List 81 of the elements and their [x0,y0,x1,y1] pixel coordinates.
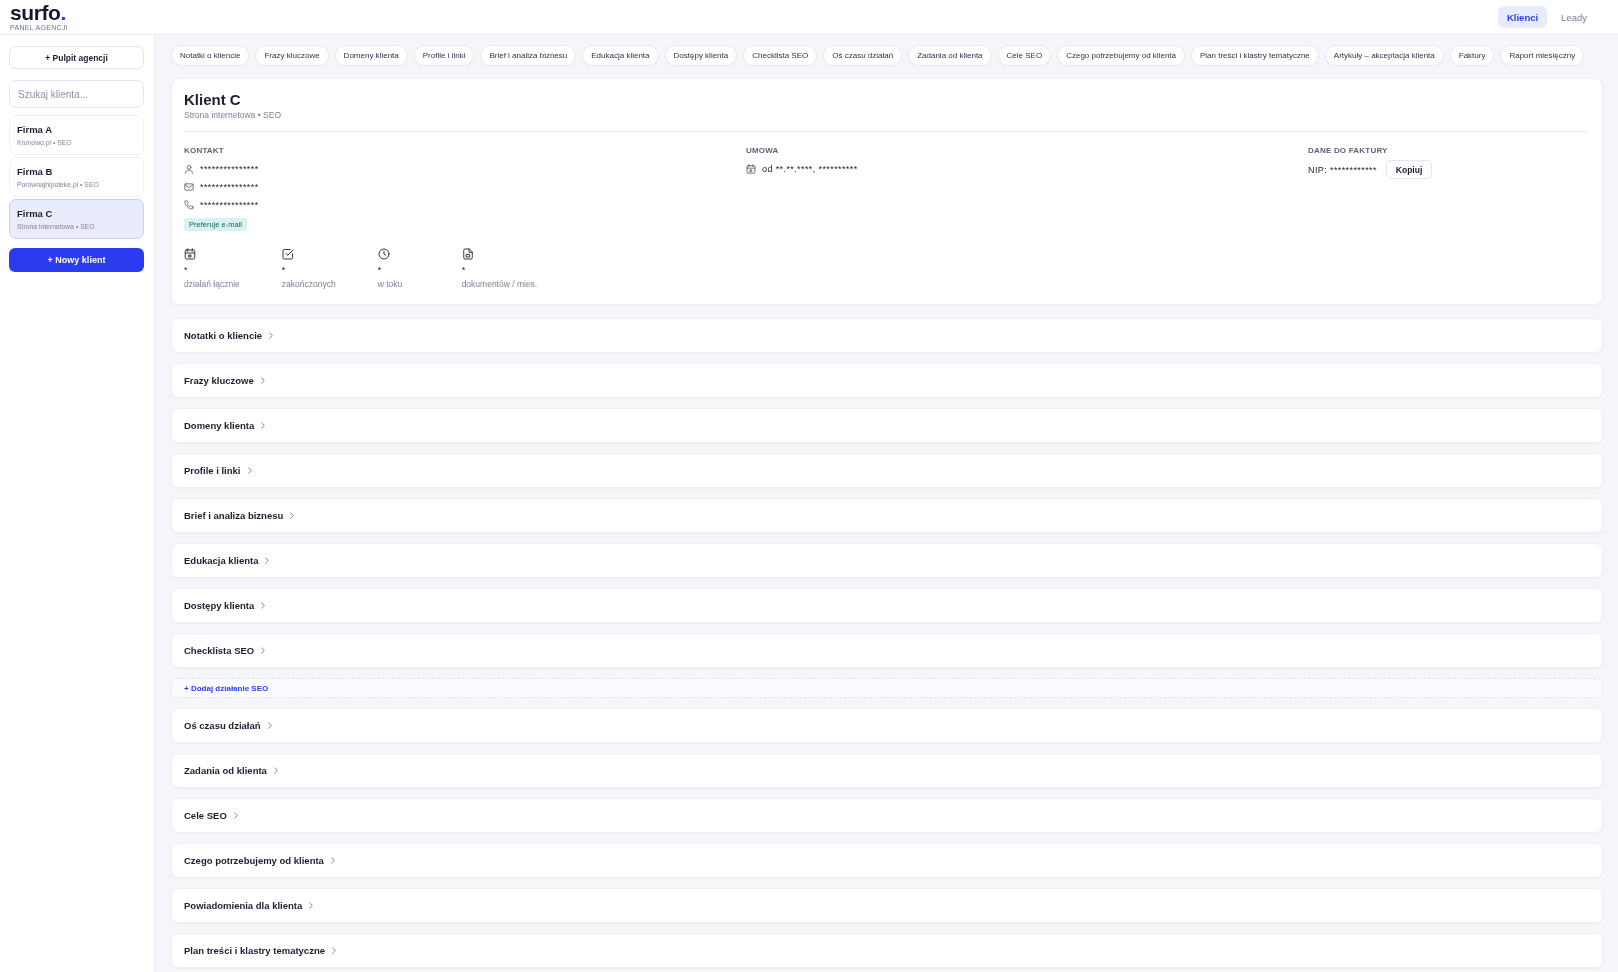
section-tab[interactable]: Raport miesięczny [1500,45,1585,66]
section-tab[interactable]: Domeny klienta [334,45,408,66]
chevron-right-icon [261,647,266,654]
add-action-link[interactable]: + Dodaj działanie SEO [171,678,1603,698]
section-tab[interactable]: Czego potrzebujemy od klienta [1057,45,1185,66]
stat-label: dokumentów / mies. [461,278,538,290]
logo-wordmark: surfo. [10,2,66,22]
phone-icon [184,200,194,210]
checkbox-icon [281,248,294,260]
chevron-right-icon [261,422,266,429]
section-row[interactable]: Frazy kluczowe [171,363,1603,398]
contact-value: *************** [200,182,259,192]
section-row[interactable]: Plan treści i klastry tematyczne [171,933,1603,968]
nip-value: NIP: ************ [1308,164,1377,175]
document-icon [461,248,474,260]
contact-value: *************** [200,164,259,174]
chevron-right-icon [247,467,252,474]
chevron-right-icon [273,767,278,774]
copy-button[interactable]: Kopiuj [1385,160,1433,179]
client-title: Klient C [184,90,242,109]
dashboard-button[interactable]: + Pulpit agencji [9,46,144,69]
client-name: Firma C [17,207,54,220]
chevron-right-icon [233,812,238,819]
client-subtitle: Strona internetowa • SEO [184,109,282,121]
stat-value: * [461,264,466,276]
chevron-right-icon [267,722,272,729]
clock-icon [377,248,390,260]
section-tab[interactable]: Brief i analiza biznesu [480,45,577,66]
section-tab[interactable]: Profile i linki [413,45,475,66]
chevron-right-icon [269,332,274,339]
user-icon [184,164,194,174]
nav-tab[interactable]: Leady [1552,6,1596,28]
nav-tab[interactable]: Klienci [1497,6,1548,28]
section-tab[interactable]: Checklista SEO [743,45,818,66]
section-row[interactable]: Oś czasu działań [171,708,1603,743]
section-row[interactable]: Brief i analiza biznesu [171,498,1603,533]
client-name: Firma A [17,123,54,136]
stat-value: * [281,264,286,276]
section-tab[interactable]: Dostępy klienta [664,45,738,66]
section-heading: UMOWA [746,145,779,156]
chevron-right-icon [309,902,314,909]
stat-value: * [184,264,188,276]
section-tab[interactable]: Oś czasu działań [823,45,903,66]
chevron-right-icon [332,947,336,954]
section-row[interactable]: Profile i linki [171,453,1603,488]
section-tab[interactable]: Edukacja klienta [582,45,659,66]
stat-label: działań łącznie [184,278,240,290]
section-row[interactable]: Zadania od klienta [171,753,1603,788]
stat-label: w toku [377,278,403,290]
new-client-button[interactable]: + Nowy klient [9,248,144,272]
contract-value: od **.**.****, ********** [762,164,858,174]
section-tab[interactable]: Plan treści i klastry tematyczne [1191,45,1319,66]
section-heading: DANE DO FAKTURY [1308,145,1388,156]
section-row[interactable]: Czego potrzebujemy od klienta [171,843,1603,878]
section-heading: KONTAKT [184,145,224,156]
client-name: Firma B [17,165,54,178]
stat-value: * [377,264,382,276]
chevron-right-icon [290,512,295,519]
section-tab[interactable]: Faktury [1449,45,1495,66]
section-row[interactable]: Domeny klienta [171,408,1603,443]
section-tab[interactable]: Frazy kluczowe [255,45,329,66]
calendar-icon [184,248,196,260]
stat-label: zakończonych [281,278,336,290]
section-row[interactable]: Dostępy klienta [171,588,1603,623]
contact-value: *************** [200,200,259,210]
section-tab[interactable]: Cele SEO [997,45,1052,66]
calendar-icon [746,164,756,174]
section-tab[interactable]: Notatki o kliencie [171,45,250,66]
chevron-right-icon [261,602,266,609]
section-row[interactable]: Edukacja klienta [171,543,1603,578]
mail-icon [184,182,194,192]
section-tab[interactable]: Zadania od klienta [908,45,992,66]
chevron-right-icon [330,857,335,864]
section-row[interactable]: Checklista SEO [171,633,1603,668]
section-row[interactable]: Cele SEO [171,798,1603,833]
chevron-right-icon [260,377,265,384]
section-row[interactable]: Powiadomienia dla klienta [171,888,1603,923]
search-field[interactable]: Szukaj klienta... [9,80,144,108]
chevron-right-icon [265,557,270,564]
section-row[interactable]: Notatki o kliencie [171,318,1603,353]
section-tab[interactable]: Artykuły – akceptacja klienta [1324,45,1444,66]
